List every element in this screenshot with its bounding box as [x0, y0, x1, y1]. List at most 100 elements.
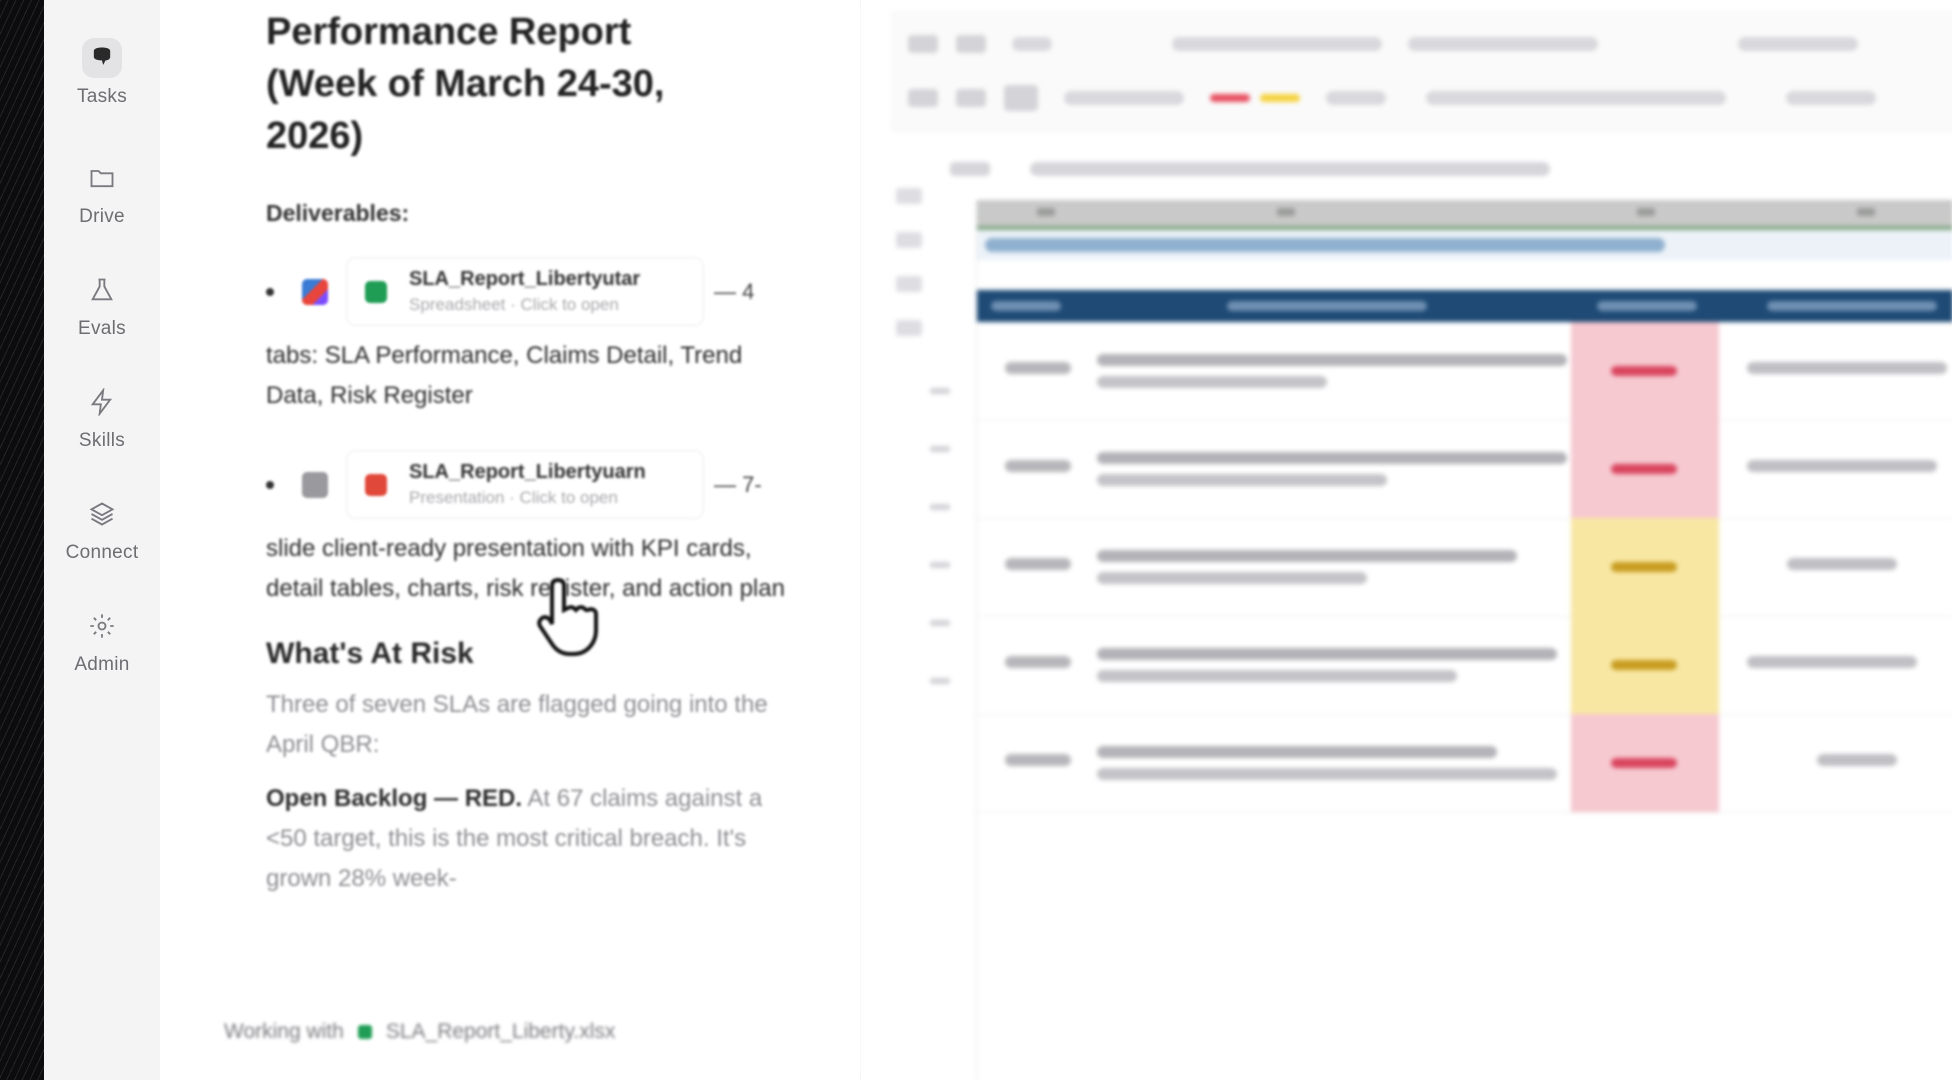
italic-icon[interactable]	[956, 89, 986, 107]
sidebar-item-label: Admin	[74, 654, 130, 675]
row-number	[930, 504, 950, 510]
formula-content	[1030, 162, 1550, 176]
bullet	[266, 287, 274, 296]
working-status: Working with SLA_Report_Liberty.xlsx	[224, 1020, 615, 1044]
flask-icon	[82, 270, 122, 310]
table-row[interactable]	[977, 616, 1952, 715]
more-controls[interactable]	[1786, 91, 1876, 105]
description-cell	[1097, 670, 1457, 682]
row-id-cell	[1005, 362, 1071, 374]
owner-cell	[1747, 362, 1947, 374]
sidebar-item-drive[interactable]: Drive	[44, 158, 160, 254]
header-cell	[1597, 301, 1697, 311]
status-file: SLA_Report_Liberty.xlsx	[385, 1020, 616, 1043]
undo-icon[interactable]	[908, 35, 938, 53]
table-row[interactable]	[977, 322, 1952, 421]
spreadsheet-preview[interactable]	[860, 0, 1952, 1080]
status-cell	[1571, 420, 1719, 518]
presentation-stand-icon	[302, 471, 328, 498]
spreadsheet-grid[interactable]	[976, 200, 1952, 1080]
fill-color-swatch[interactable]	[1260, 94, 1300, 102]
row-number	[930, 446, 950, 452]
file-subtitle: Spreadsheet · Click to open	[409, 295, 619, 314]
sidebar-item-evals[interactable]: Evals	[44, 270, 160, 366]
status-value	[1611, 660, 1677, 670]
sheet-tab[interactable]	[896, 320, 922, 336]
status-value	[1611, 464, 1677, 474]
sidebar-item-connect[interactable]: Connect	[44, 494, 160, 590]
spreadsheet-file-card[interactable]: SLA_Report_Libertyutar Spreadsheet · Cli…	[346, 257, 704, 326]
tasks-icon	[82, 38, 122, 78]
deliverable-description: slide client-ready presentation with KPI…	[266, 535, 785, 602]
risk-item-label: Open Backlog — RED.	[266, 785, 523, 812]
report-message: Performance Report (Week of March 24-30,…	[266, 0, 786, 899]
status-cell	[1571, 616, 1719, 714]
border-controls[interactable]	[1326, 91, 1386, 105]
bullet	[266, 480, 274, 489]
status-cell	[1571, 322, 1719, 420]
risk-heading: What's At Risk	[266, 637, 474, 670]
sheet-title-row[interactable]	[977, 230, 1952, 260]
sidebar-item-label: Evals	[78, 318, 126, 339]
toolbar-row	[890, 78, 1876, 118]
spreadsheet-toolbar	[890, 10, 1952, 131]
sheet-tab[interactable]	[896, 276, 922, 292]
formula-bar[interactable]	[950, 156, 1590, 182]
deliverable-tail: — 4	[714, 278, 755, 304]
report-title-line: Performance Report	[266, 11, 632, 53]
hand-cursor-icon	[537, 577, 598, 656]
zoom-control[interactable]	[1012, 37, 1052, 51]
deliverable-item: SLA_Report_Libertyuarn Presentation · Cl…	[266, 450, 786, 519]
sidebar-item-skills[interactable]: Skills	[44, 382, 160, 478]
owner-cell	[1787, 558, 1897, 570]
sidebar-item-label: Connect	[65, 542, 139, 563]
alignment-controls[interactable]	[1426, 91, 1726, 105]
description-cell	[1097, 572, 1367, 584]
column-letter	[1277, 208, 1295, 216]
header-cell	[991, 301, 1061, 311]
deliverable-tail: — 7-	[714, 471, 762, 497]
lightning-icon	[82, 382, 122, 422]
sidebar-item-tasks[interactable]: Tasks	[44, 38, 160, 134]
row-id-cell	[1005, 656, 1071, 668]
redo-icon[interactable]	[956, 35, 986, 53]
format-controls[interactable]	[1408, 37, 1598, 51]
presentation-icon	[365, 473, 387, 496]
text-color-swatch[interactable]	[1210, 94, 1250, 102]
sheet-tab[interactable]	[896, 188, 922, 204]
description-cell	[1097, 746, 1497, 758]
column-letter	[1637, 208, 1655, 216]
desktop-background	[0, 0, 44, 1080]
font-select[interactable]	[1172, 37, 1382, 51]
share-controls[interactable]	[1738, 37, 1858, 51]
table-row[interactable]	[977, 518, 1952, 617]
status-value	[1611, 758, 1677, 768]
folder-icon	[82, 158, 122, 198]
description-cell	[1097, 354, 1567, 366]
bold-icon[interactable]	[908, 89, 938, 107]
column-header-row	[977, 200, 1952, 230]
row-number	[930, 388, 950, 394]
row-id-cell	[1005, 558, 1071, 570]
row-id-cell	[1005, 754, 1071, 766]
report-title-line: 2026)	[266, 115, 364, 157]
sidebar-item-label: Tasks	[76, 86, 128, 107]
sidebar-item-admin[interactable]: Admin	[44, 606, 160, 702]
sheet-tabs-gutter	[890, 160, 950, 1080]
table-row[interactable]	[977, 420, 1952, 519]
row-number	[930, 562, 950, 568]
table-row[interactable]	[977, 714, 1952, 813]
file-name: SLA_Report_Libertyuarn	[409, 461, 646, 483]
deliverables-label: Deliverables:	[266, 200, 410, 226]
app-window: Tasks Drive Evals Skills Connect Admin P…	[44, 0, 1952, 1080]
table-icon[interactable]	[1004, 85, 1038, 111]
sidebar-item-label: Drive	[79, 206, 125, 227]
risk-item: Open Backlog — RED. At 67 claims against…	[266, 779, 786, 899]
header-cell	[1767, 301, 1937, 311]
row-number	[930, 620, 950, 626]
sheet-tab[interactable]	[896, 232, 922, 248]
presentation-file-card[interactable]: SLA_Report_Libertyuarn Presentation · Cl…	[346, 450, 704, 519]
table-header-row	[977, 290, 1952, 322]
task-chat-panel: Performance Report (Week of March 24-30,…	[160, 0, 861, 1080]
text-format-controls[interactable]	[1064, 91, 1184, 105]
